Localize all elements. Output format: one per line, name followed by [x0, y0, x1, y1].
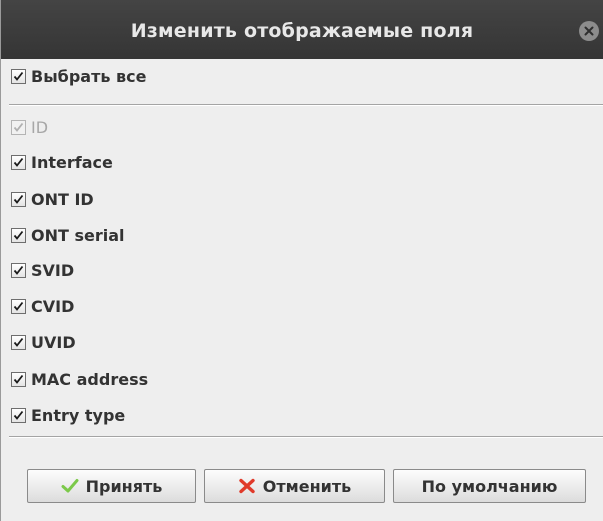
- cross-icon: [239, 478, 255, 494]
- checkmark-icon: [13, 122, 24, 132]
- checkmark-icon: [61, 479, 79, 493]
- checkbox-box[interactable]: [11, 154, 26, 170]
- field-label: MAC address: [31, 369, 149, 389]
- checkmark-icon: [13, 337, 24, 347]
- dialog-title: Изменить отображаемые поля: [130, 20, 474, 42]
- checkbox-box[interactable]: [11, 191, 26, 207]
- checkbox-box[interactable]: [11, 68, 26, 84]
- field-label: ONT serial: [31, 225, 125, 245]
- checkmark-icon: [13, 157, 24, 167]
- checkbox-box: [11, 119, 26, 135]
- field-label: Interface: [31, 152, 113, 172]
- checkbox-box[interactable]: [11, 227, 26, 243]
- checkmark-icon: [13, 71, 24, 81]
- checkbox-box[interactable]: [11, 262, 26, 278]
- separator: [9, 104, 603, 106]
- checkmark-icon: [13, 265, 24, 275]
- field-checkbox-svid[interactable]: SVID: [11, 259, 74, 281]
- checkbox-box[interactable]: [11, 371, 26, 387]
- checkmark-icon: [13, 194, 24, 204]
- field-checkbox-mac-address[interactable]: MAC address: [11, 368, 148, 390]
- field-label: SVID: [31, 260, 75, 280]
- field-label: Entry type: [31, 405, 126, 425]
- checkmark-icon: [13, 374, 24, 384]
- checkbox-box[interactable]: [11, 298, 26, 314]
- field-checkbox-interface[interactable]: Interface: [11, 151, 113, 173]
- default-label: По умолчанию: [421, 476, 558, 496]
- cancel-label: Отменить: [262, 476, 352, 496]
- field-checkbox-ont-id[interactable]: ONT ID: [11, 188, 94, 210]
- field-checkbox-cvid[interactable]: CVID: [11, 295, 74, 317]
- default-button[interactable]: По умолчанию: [393, 469, 586, 503]
- checkmark-icon: [13, 230, 24, 240]
- field-label: UVID: [31, 332, 76, 352]
- cancel-button[interactable]: Отменить: [204, 469, 385, 503]
- field-checkbox-ont-serial[interactable]: ONT serial: [11, 224, 125, 246]
- dialog-content: Выбрать все ID Interface ONT ID ONT seri…: [1, 59, 603, 521]
- field-checkbox-id: ID: [11, 116, 48, 138]
- close-icon: [584, 26, 594, 36]
- separator: [9, 436, 603, 438]
- edit-fields-dialog: Изменить отображаемые поля Выбрать все I…: [0, 0, 603, 521]
- close-button[interactable]: [579, 21, 599, 41]
- checkbox-box[interactable]: [11, 407, 26, 423]
- field-label: ONT ID: [31, 189, 94, 209]
- dialog-titlebar[interactable]: Изменить отображаемые поля: [1, 0, 603, 60]
- checkmark-icon: [13, 301, 24, 311]
- field-label: ID: [31, 117, 49, 137]
- accept-label: Принять: [85, 476, 163, 496]
- field-label: CVID: [31, 296, 75, 316]
- field-checkbox-uvid[interactable]: UVID: [11, 331, 76, 353]
- field-checkbox-entry-type[interactable]: Entry type: [11, 404, 125, 426]
- checkbox-box[interactable]: [11, 334, 26, 350]
- accept-button[interactable]: Принять: [27, 469, 196, 503]
- select-all-label: Выбрать все: [31, 66, 147, 86]
- checkmark-icon: [13, 410, 24, 420]
- select-all-checkbox[interactable]: Выбрать все: [11, 65, 147, 87]
